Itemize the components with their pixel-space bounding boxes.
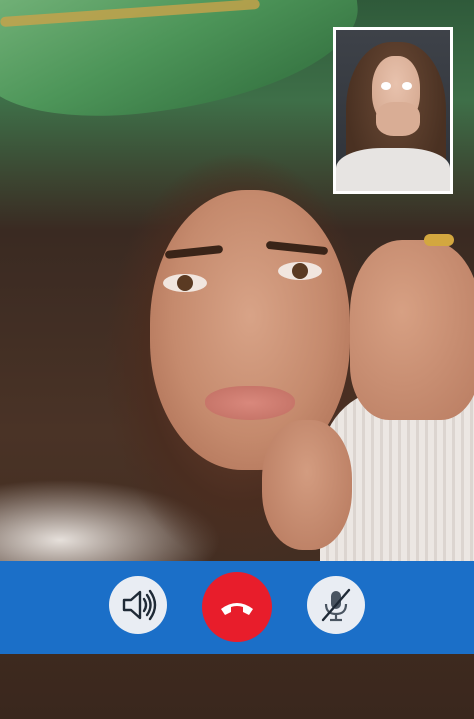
right-eye — [278, 262, 322, 280]
self-view-preview[interactable] — [333, 27, 453, 194]
end-call-button[interactable] — [202, 572, 272, 642]
self-view-right-eye — [402, 82, 412, 90]
phone-hangup-icon — [221, 603, 253, 615]
mute-button[interactable] — [307, 576, 365, 634]
ring — [424, 234, 454, 246]
lips — [205, 386, 295, 420]
self-view-left-eye — [381, 82, 391, 90]
speaker-button[interactable] — [109, 576, 167, 634]
call-control-bar — [0, 561, 474, 654]
left-eye — [163, 274, 207, 292]
speaker-icon — [122, 589, 157, 621]
lower-hand — [262, 420, 352, 550]
self-view-hand-over-mouth — [376, 102, 420, 136]
mic-off-icon — [321, 588, 351, 622]
self-view-shirt — [336, 148, 450, 191]
raised-hand — [350, 240, 474, 420]
